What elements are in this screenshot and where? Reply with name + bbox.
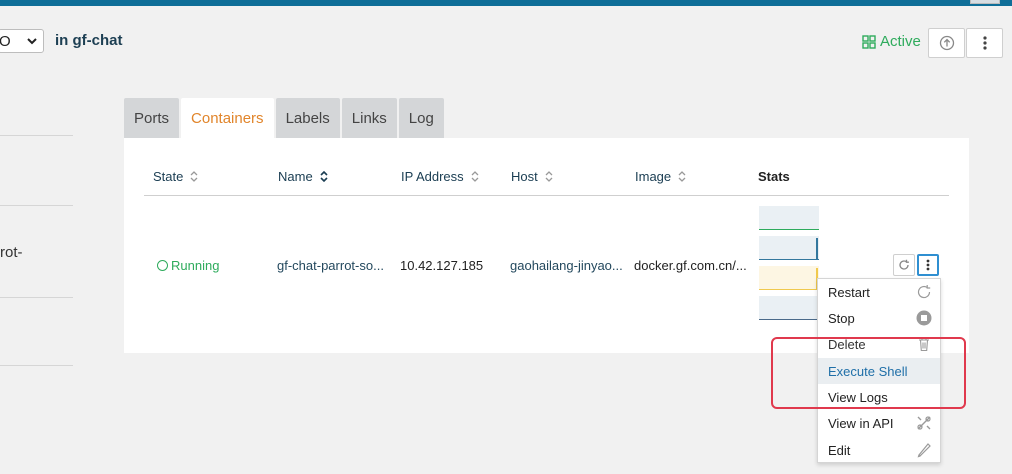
column-header-label: Name <box>278 169 313 184</box>
menu-item-edit[interactable]: Edit <box>818 437 940 463</box>
stats-network-sparkline <box>759 266 819 290</box>
stats-storage-sparkline <box>759 296 819 320</box>
container-image: docker.gf.com.cn/... <box>634 258 747 273</box>
more-actions-button[interactable] <box>966 28 1003 58</box>
column-header-stats: Stats <box>758 169 790 184</box>
status-badge: Active <box>862 33 921 50</box>
vertical-dots-icon <box>982 36 987 50</box>
highlight-annotation-box <box>771 337 966 409</box>
container-state: Running <box>157 258 219 273</box>
chevron-down-icon <box>27 38 37 45</box>
restart-icon <box>917 285 931 299</box>
stop-icon <box>916 310 932 326</box>
row-restart-button[interactable] <box>893 254 915 276</box>
sort-icon <box>471 171 479 182</box>
menu-item-label: Edit <box>828 442 851 458</box>
menu-item-view-in-api[interactable]: View in API <box>818 410 940 436</box>
stack-select-value: O <box>0 33 11 50</box>
upgrade-icon <box>939 35 954 51</box>
sort-icon <box>190 171 198 182</box>
column-header-state[interactable]: State <box>153 169 198 184</box>
tab-links[interactable]: Links <box>341 98 397 138</box>
left-divider <box>0 135 73 136</box>
column-header-label: Image <box>635 169 672 184</box>
pencil-icon <box>917 443 931 458</box>
tab-log[interactable]: Log <box>398 98 444 138</box>
column-header-label: IP Address <box>401 169 464 184</box>
upgrade-button[interactable] <box>928 28 965 58</box>
column-header-name[interactable]: Name <box>278 169 328 184</box>
stack-select[interactable]: O <box>0 29 44 53</box>
sort-icon <box>545 171 553 182</box>
left-divider <box>0 205 73 206</box>
stats-cpu-sparkline <box>759 206 819 230</box>
sort-icon <box>320 170 328 183</box>
state-label: Running <box>171 258 220 273</box>
container-host-link[interactable]: gaohailang-jinyao... <box>510 258 623 273</box>
menu-item-restart[interactable]: Restart <box>818 279 940 305</box>
sort-icon <box>678 171 686 182</box>
stack-name-link[interactable]: gf-chat <box>73 32 123 49</box>
in-label: in <box>55 32 69 49</box>
running-status-icon <box>157 260 168 271</box>
menu-item-stop[interactable]: Stop <box>818 305 940 331</box>
api-icon <box>917 416 931 430</box>
column-header-label: Host <box>511 169 538 184</box>
restart-icon <box>899 259 909 270</box>
menu-item-label: View in API <box>828 415 894 431</box>
tab-ports[interactable]: Ports <box>124 98 180 138</box>
stack-breadcrumb: in gf-chat <box>55 32 123 49</box>
column-header-label: State <box>153 169 184 184</box>
tab-labels[interactable]: Labels <box>275 98 340 138</box>
left-divider <box>0 365 73 366</box>
container-ip: 10.42.127.185 <box>400 258 484 273</box>
status-label: Active <box>880 33 921 50</box>
tab-bar: Ports Containers Labels Links Log <box>124 98 444 138</box>
menu-item-label: Stop <box>828 310 855 326</box>
vertical-dots-icon <box>926 259 930 271</box>
left-item-fragment: rot- <box>0 244 23 261</box>
column-header-host[interactable]: Host <box>511 169 553 184</box>
column-header-label: Stats <box>758 169 790 184</box>
tab-containers[interactable]: Containers <box>181 98 274 138</box>
top-nav-bar <box>0 0 1012 6</box>
column-header-ip-address[interactable]: IP Address <box>401 169 479 184</box>
stats-memory-sparkline <box>759 236 819 260</box>
top-nav-corner <box>970 0 1000 4</box>
table-header-divider <box>144 195 949 196</box>
stack-icon <box>862 34 876 49</box>
menu-item-label: Restart <box>828 284 870 300</box>
column-header-image[interactable]: Image <box>635 169 686 184</box>
row-actions-menu-button[interactable] <box>917 254 939 276</box>
left-divider <box>0 297 73 298</box>
container-name-link[interactable]: gf-chat-parrot-so... <box>277 258 384 273</box>
